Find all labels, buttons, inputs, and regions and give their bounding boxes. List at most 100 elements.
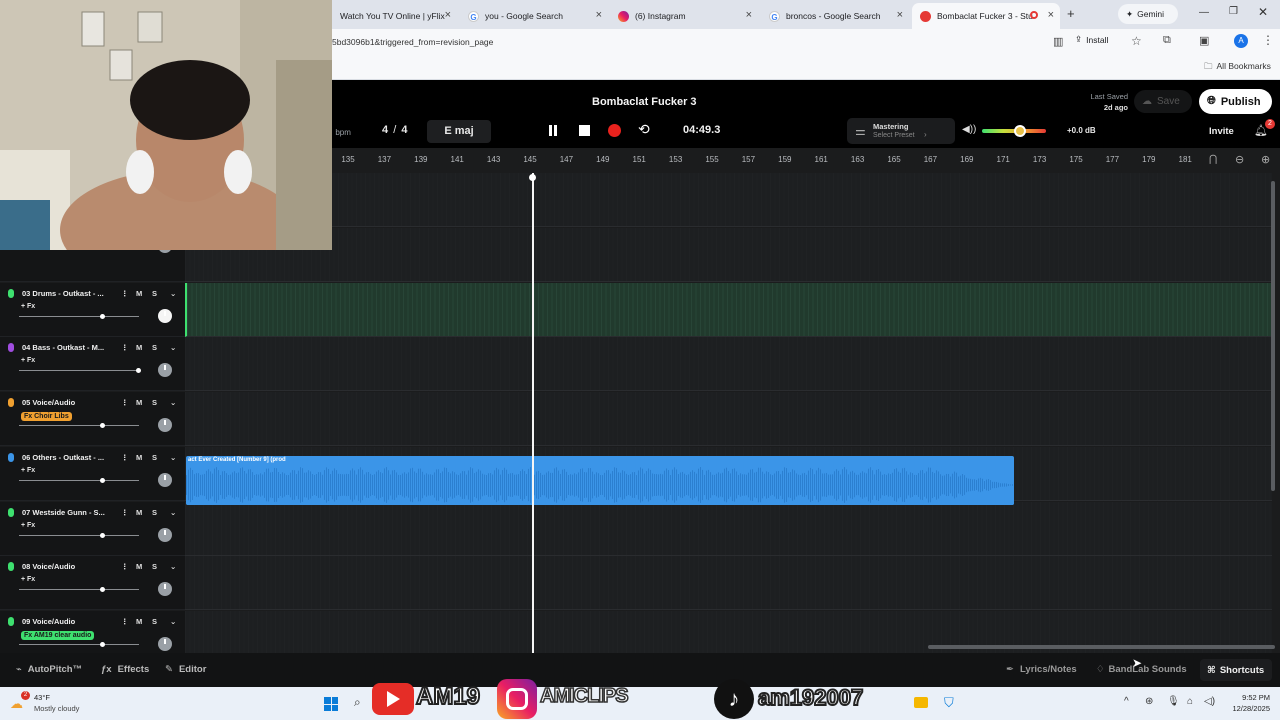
pan-knob[interactable] (158, 308, 172, 323)
chevron-down-icon[interactable]: ⌄ (170, 343, 176, 352)
track-menu-icon[interactable]: ⋮ (121, 343, 129, 352)
mute-button[interactable]: M (136, 398, 142, 407)
chevron-down-icon[interactable]: ⌄ (170, 562, 176, 571)
track-header[interactable]: 03 Drums - Outkast - ... + Fx ⋮ M S ⌄ (0, 282, 185, 337)
track-header[interactable]: 06 Others - Outkast - ... + Fx ⋮ M S ⌄ (0, 446, 185, 501)
track-volume-slider[interactable] (19, 313, 139, 319)
mute-button[interactable]: M (136, 343, 142, 352)
track-name[interactable]: 09 Voice/Audio (22, 617, 75, 626)
solo-button[interactable]: S (152, 398, 157, 407)
all-bookmarks-button[interactable]: 🗀 All Bookmarks (1204, 61, 1271, 75)
tray-icon[interactable]: ⊛ (1145, 696, 1153, 707)
pan-knob[interactable] (158, 472, 172, 487)
volume-knob[interactable] (100, 477, 105, 483)
track-fx-button[interactable]: + Fx (21, 522, 35, 529)
close-icon[interactable]: × (746, 9, 752, 21)
time-signature[interactable]: 4 / 4 (382, 124, 407, 136)
zoom-in-icon[interactable]: ⊕ (1261, 153, 1270, 166)
track-name[interactable]: 05 Voice/Audio (22, 398, 75, 407)
track-name[interactable]: 08 Voice/Audio (22, 562, 75, 571)
track-fx-button[interactable]: + Fx (21, 357, 35, 364)
track-name[interactable]: 03 Drums - Outkast - ... (22, 289, 104, 298)
track-lane[interactable] (185, 501, 1272, 556)
loop-icon[interactable]: ⟲ (638, 121, 650, 138)
extensions-icon[interactable]: ⧉ (1163, 34, 1171, 47)
track-lane[interactable] (185, 337, 1272, 392)
solo-button[interactable]: S (152, 453, 157, 462)
invite-button[interactable]: Invite (1209, 126, 1234, 137)
volume-knob[interactable] (100, 587, 105, 593)
track-menu-icon[interactable]: ⋮ (121, 453, 129, 462)
tab-google-broncos[interactable]: G broncos - Google Search × (761, 3, 909, 29)
track-volume-slider[interactable] (19, 423, 139, 429)
chevron-down-icon[interactable]: ⌄ (170, 398, 176, 407)
vertical-scrollbar[interactable] (1271, 181, 1275, 491)
chevron-down-icon[interactable]: ⌄ (170, 289, 176, 298)
volume-knob[interactable] (100, 641, 105, 647)
solo-button[interactable]: S (152, 562, 157, 571)
reading-mode-icon[interactable]: ▥ (1053, 35, 1063, 48)
close-icon[interactable]: × (1048, 9, 1054, 21)
track-lane[interactable] (185, 392, 1272, 447)
mute-button[interactable]: M (136, 617, 142, 626)
audio-clip[interactable]: act Ever Created [Number 9] (prod (186, 456, 1014, 505)
volume-icon[interactable]: ◁) (1204, 696, 1215, 707)
window-close-button[interactable]: ✕ (1258, 5, 1268, 19)
track-menu-icon[interactable]: ⋮ (121, 562, 129, 571)
mute-button[interactable]: M (136, 562, 142, 571)
chevron-down-icon[interactable]: ⌄ (170, 453, 176, 462)
volume-knob[interactable] (136, 368, 141, 374)
network-icon[interactable]: ⌂ (1187, 696, 1193, 707)
url-field[interactable]: 5bd3096b1&triggered_from=revision_page (332, 37, 493, 47)
track-fx-button[interactable]: Fx AM19 clear audio (21, 630, 95, 640)
folder-icon[interactable] (914, 697, 928, 708)
track-lane[interactable] (185, 282, 1272, 337)
speaker-icon[interactable]: ◀)) (962, 124, 976, 135)
pan-knob[interactable] (158, 418, 172, 433)
save-button[interactable]: ☁ Save (1134, 90, 1192, 113)
track-lane-empty[interactable] (185, 173, 1272, 227)
key-selector[interactable]: E maj (427, 120, 491, 143)
chevron-down-icon[interactable]: ⌄ (170, 508, 176, 517)
track-lane[interactable] (185, 556, 1272, 611)
master-volume-slider[interactable] (982, 125, 1046, 137)
horizontal-scrollbar[interactable] (928, 645, 1275, 649)
pan-knob[interactable] (158, 527, 172, 542)
pan-knob[interactable] (158, 363, 172, 378)
star-icon[interactable]: ☆ (1131, 34, 1142, 48)
track-fx-button[interactable]: + Fx (21, 303, 35, 310)
close-icon[interactable]: × (897, 9, 903, 21)
track-header[interactable]: 07 Westside Gunn - S... + Fx ⋮ M S ⌄ (0, 501, 185, 556)
chevron-down-icon[interactable]: ⌄ (170, 617, 176, 626)
track-name[interactable]: 06 Others - Outkast - ... (22, 453, 104, 462)
editor-button[interactable]: ✎ Editor (165, 664, 206, 675)
mastering-button[interactable]: ⚌ Mastering Select Preset › (847, 118, 955, 144)
clock-date[interactable]: 12/28/2025 (1226, 704, 1270, 713)
solo-button[interactable]: S (152, 343, 157, 352)
minimize-button[interactable]: — (1199, 7, 1209, 18)
project-title[interactable]: Bombaclat Fucker 3 (592, 96, 697, 108)
solo-button[interactable]: S (152, 508, 157, 517)
track-name[interactable]: 04 Bass - Outkast - M... (22, 343, 104, 352)
solo-button[interactable]: S (152, 289, 157, 298)
record-button[interactable] (608, 124, 621, 137)
track-menu-icon[interactable]: ⋮ (121, 617, 129, 626)
track-menu-icon[interactable]: ⋮ (121, 398, 129, 407)
autopitch-button[interactable]: ⌁ AutoPitch™ (16, 664, 82, 675)
track-volume-slider[interactable] (19, 477, 139, 483)
track-fx-button[interactable]: Fx Choir Libs (21, 412, 72, 422)
volume-knob[interactable] (100, 532, 105, 538)
profile-avatar[interactable]: A (1234, 34, 1248, 48)
track-header[interactable]: 04 Bass - Outkast - M... + Fx ⋮ M S ⌄ (0, 337, 185, 392)
shortcuts-button[interactable]: ⌘ Shortcuts (1200, 659, 1272, 681)
playhead-handle[interactable] (529, 174, 536, 181)
track-menu-icon[interactable]: ⋮ (121, 289, 129, 298)
mute-button[interactable]: M (136, 289, 142, 298)
mic-icon[interactable]: 🎙︎ (1167, 696, 1180, 707)
pan-knob[interactable] (158, 582, 172, 597)
magnet-icon[interactable]: ⋂ (1209, 154, 1217, 165)
pan-knob[interactable] (158, 636, 172, 651)
track-name[interactable]: 07 Westside Gunn - S... (22, 508, 105, 517)
install-button[interactable]: ⇪ Install (1075, 34, 1108, 45)
track-fx-button[interactable]: + Fx (21, 576, 35, 583)
